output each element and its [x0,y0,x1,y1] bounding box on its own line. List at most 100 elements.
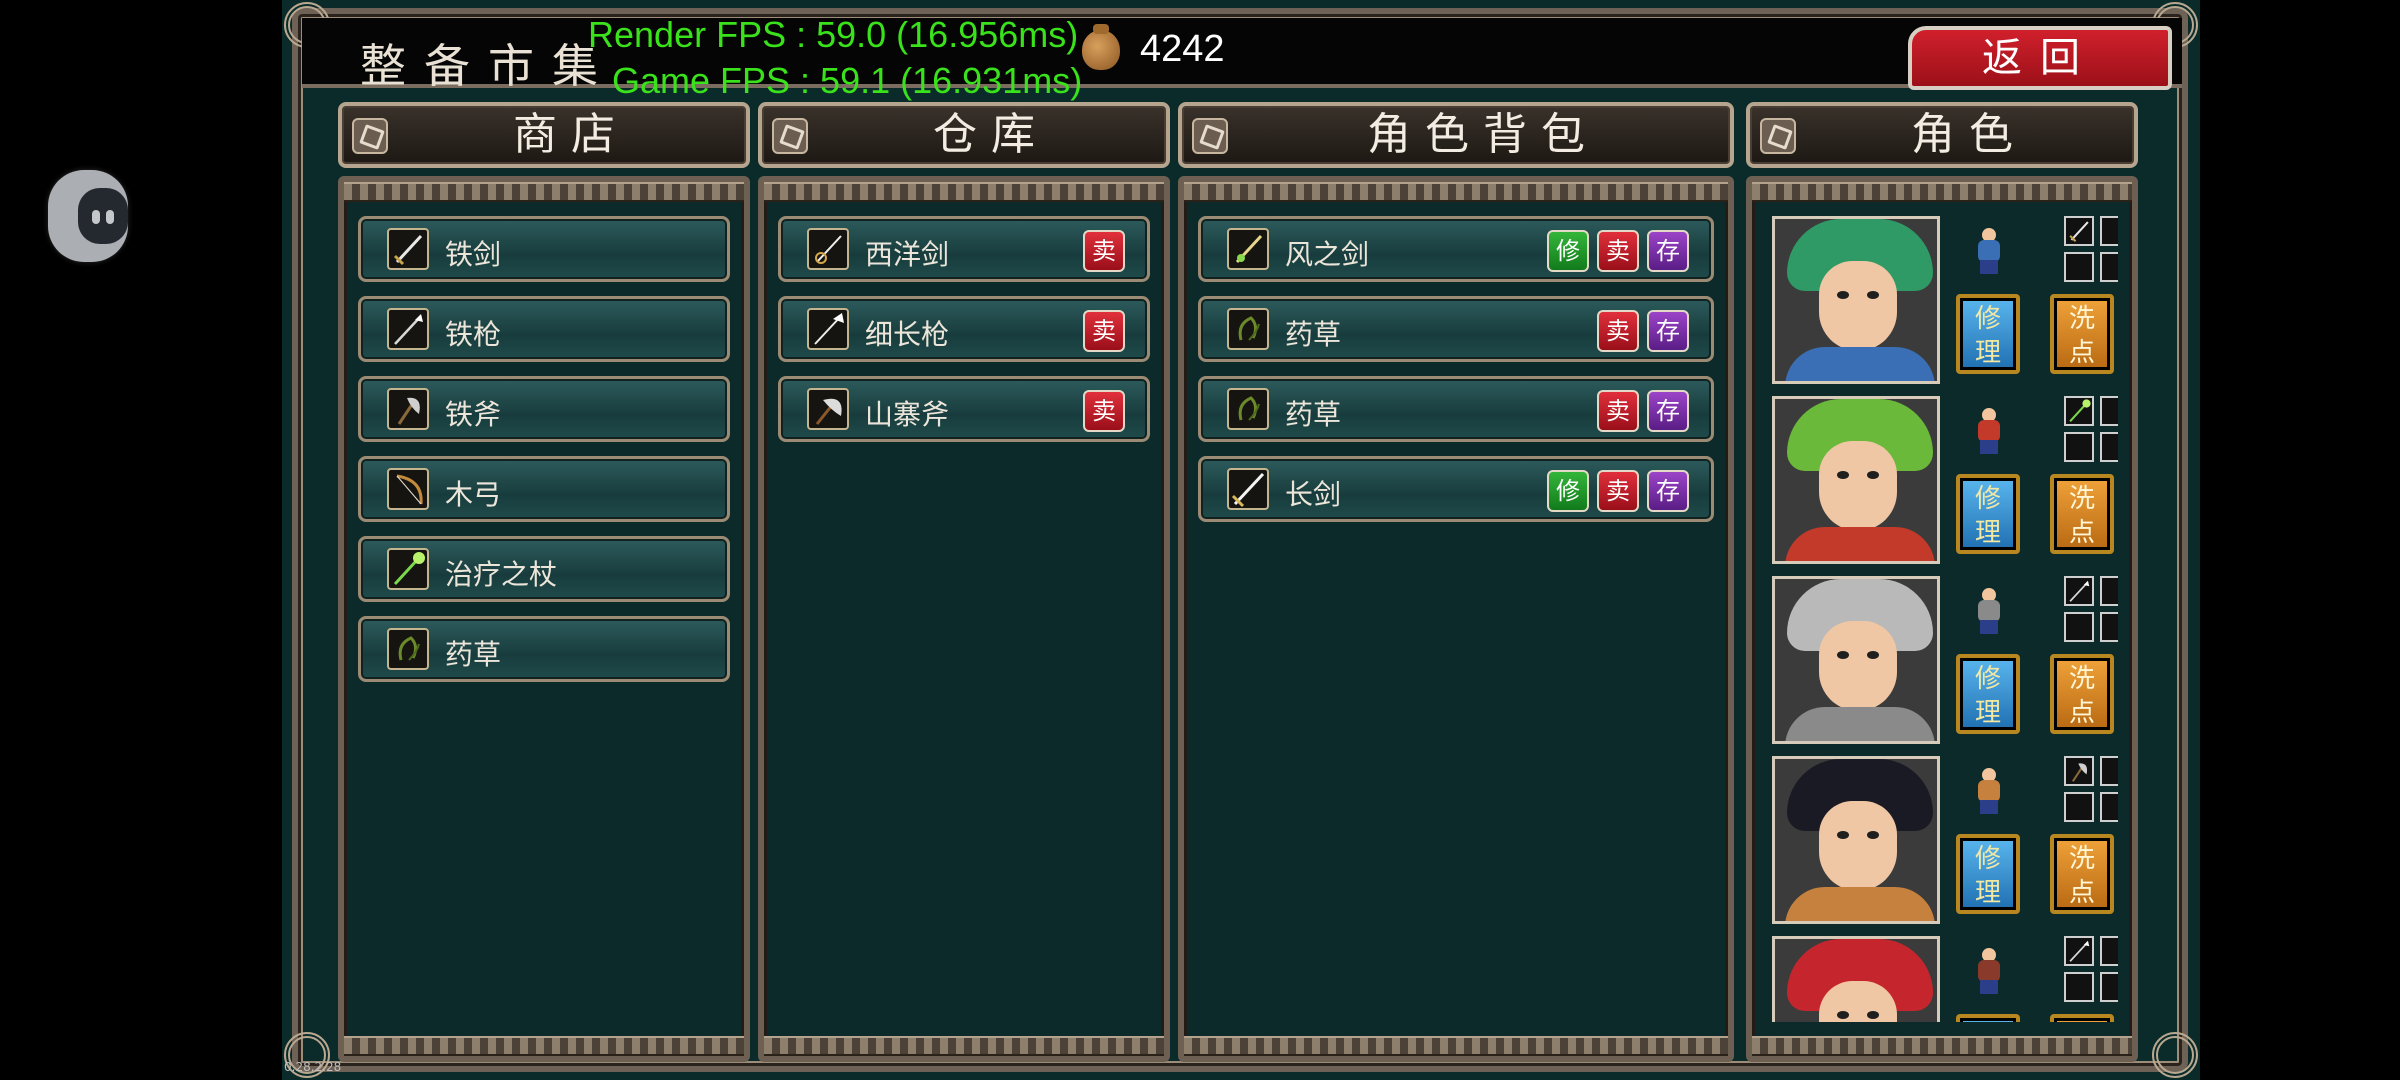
long-sword-icon [1227,468,1269,510]
empty-slot[interactable] [2100,576,2118,606]
sell-button[interactable]: 卖 [1083,230,1125,272]
character-reset-points-button[interactable]: 洗点 [2050,474,2114,554]
rapier-icon [807,228,849,270]
character-row[interactable]: 修理洗点 [1766,756,2118,936]
lance-icon[interactable] [2064,936,2094,966]
item-name: 药草 [1285,318,1342,351]
axe-icon[interactable] [2064,756,2094,786]
game-screen: 整备市集 4242 返回 商 店 铁剑 铁枪 铁斧 木弓 治疗之杖 药草 仓 库 西洋剑卖… [282,0,2200,1080]
empty-slot[interactable] [2100,972,2118,1002]
sell-button[interactable]: 卖 [1597,470,1639,512]
menu-toggle-icon[interactable] [772,118,808,154]
item-row[interactable]: 细长枪 卖 [778,296,1150,362]
menu-toggle-icon[interactable] [1192,118,1228,154]
character-row[interactable]: 修理洗点 [1766,576,2118,756]
sell-button[interactable]: 卖 [1597,310,1639,352]
sell-button[interactable]: 卖 [1597,230,1639,272]
wind-sword-icon [1227,228,1269,270]
item-row[interactable]: 铁剑 [358,216,730,282]
item-row[interactable]: 药草 [358,616,730,682]
empty-slot[interactable] [2100,432,2118,462]
item-row[interactable]: 治疗之杖 [358,536,730,602]
equipment-slots [2064,756,2118,828]
gold-amount: 4242 [1140,28,1225,70]
heal-staff-icon [387,548,429,590]
warehouse-body: 西洋剑卖细长枪卖山寨斧卖 [758,176,1170,1062]
empty-slot[interactable] [2100,612,2118,642]
empty-slot[interactable] [2064,792,2094,822]
green-hair-mage-portrait[interactable] [1772,396,1940,564]
character-row[interactable]: 修理 洗点 [1766,936,2118,1022]
heal-staff-icon[interactable] [2064,396,2094,426]
character-list[interactable]: 修理洗点修理洗点修理洗点修理洗点修理洗点 [1766,216,2118,1022]
dark-hair-fighter-portrait[interactable] [1772,756,1940,924]
sell-button[interactable]: 卖 [1597,390,1639,432]
equipment-slots [2064,396,2118,468]
character-repair-button[interactable]: 修理 [1956,474,2020,554]
sell-button[interactable]: 卖 [1083,390,1125,432]
green-hair-knight-portrait[interactable] [1772,216,1940,384]
bag-body: 风之剑存卖修药草存卖药草存卖长剑存卖修 [1178,176,1734,1062]
character-repair-button[interactable]: 修理 [1956,1014,2020,1022]
character-repair-button[interactable]: 修理 [1956,294,2020,374]
empty-slot[interactable] [2100,216,2118,246]
sell-button[interactable]: 卖 [1083,310,1125,352]
empty-slot[interactable] [2064,612,2094,642]
menu-toggle-icon[interactable] [1760,118,1796,154]
empty-slot[interactable] [2100,936,2118,966]
bag-title: 角 色 背 包 [1367,109,1585,160]
unit-sprite-icon [1970,948,2010,994]
ornament-bar [344,182,744,202]
item-row[interactable]: 风之剑 存卖修 [1198,216,1714,282]
repair-button[interactable]: 修 [1547,230,1589,272]
character-row[interactable]: 修理洗点 [1766,396,2118,576]
empty-slot[interactable] [2064,972,2094,1002]
herb-icon [1227,308,1269,350]
store-button[interactable]: 存 [1647,310,1689,352]
slim-lance-icon [807,308,849,350]
shop-body: 铁剑铁枪铁斧木弓治疗之杖药草 [338,176,750,1062]
character-row[interactable]: 修理洗点 [1766,216,2118,396]
item-row[interactable]: 木弓 [358,456,730,522]
item-row[interactable]: 长剑 存卖修 [1198,456,1714,522]
equipment-slots [2064,216,2118,288]
equipment-slots [2064,936,2118,1008]
warehouse-panel: 仓 库 西洋剑卖细长枪卖山寨斧卖 [758,102,1170,1062]
warehouse-title: 仓 库 [933,109,1035,160]
character-repair-button[interactable]: 修理 [1956,834,2020,914]
ornament-bar [1184,182,1728,202]
character-repair-button[interactable]: 修理 [1956,654,2020,734]
ornament-bar [344,1036,744,1056]
character-reset-points-button[interactable]: 洗点 [2050,654,2114,734]
character-reset-points-button[interactable]: 洗点 [2050,294,2114,374]
item-row[interactable]: 药草 存卖 [1198,296,1714,362]
sword-icon[interactable] [2064,216,2094,246]
armored-knight-portrait[interactable] [1772,576,1940,744]
axe-icon [387,388,429,430]
empty-slot[interactable] [2100,396,2118,426]
menu-toggle-icon[interactable] [352,118,388,154]
lance-icon[interactable] [2064,576,2094,606]
empty-slot[interactable] [2064,432,2094,462]
repair-button[interactable]: 修 [1547,470,1589,512]
item-row[interactable]: 铁斧 [358,376,730,442]
item-row[interactable]: 西洋剑 卖 [778,216,1150,282]
back-button[interactable]: 返回 [1908,26,2172,90]
unit-sprite-icon [1970,228,2010,274]
store-button[interactable]: 存 [1647,390,1689,432]
empty-slot[interactable] [2064,252,2094,282]
floating-assistant-bubble[interactable] [48,170,128,262]
character-reset-points-button[interactable]: 洗点 [2050,1014,2114,1022]
store-button[interactable]: 存 [1647,230,1689,272]
empty-slot[interactable] [2100,252,2118,282]
item-row[interactable]: 山寨斧 卖 [778,376,1150,442]
character-reset-points-button[interactable]: 洗点 [2050,834,2114,914]
store-button[interactable]: 存 [1647,470,1689,512]
empty-slot[interactable] [2100,756,2118,786]
item-row[interactable]: 铁枪 [358,296,730,362]
item-row[interactable]: 药草 存卖 [1198,376,1714,442]
characters-header: 角 色 [1746,102,2138,168]
item-name: 风之剑 [1285,238,1370,271]
red-hair-warrior-portrait[interactable] [1772,936,1940,1022]
empty-slot[interactable] [2100,792,2118,822]
